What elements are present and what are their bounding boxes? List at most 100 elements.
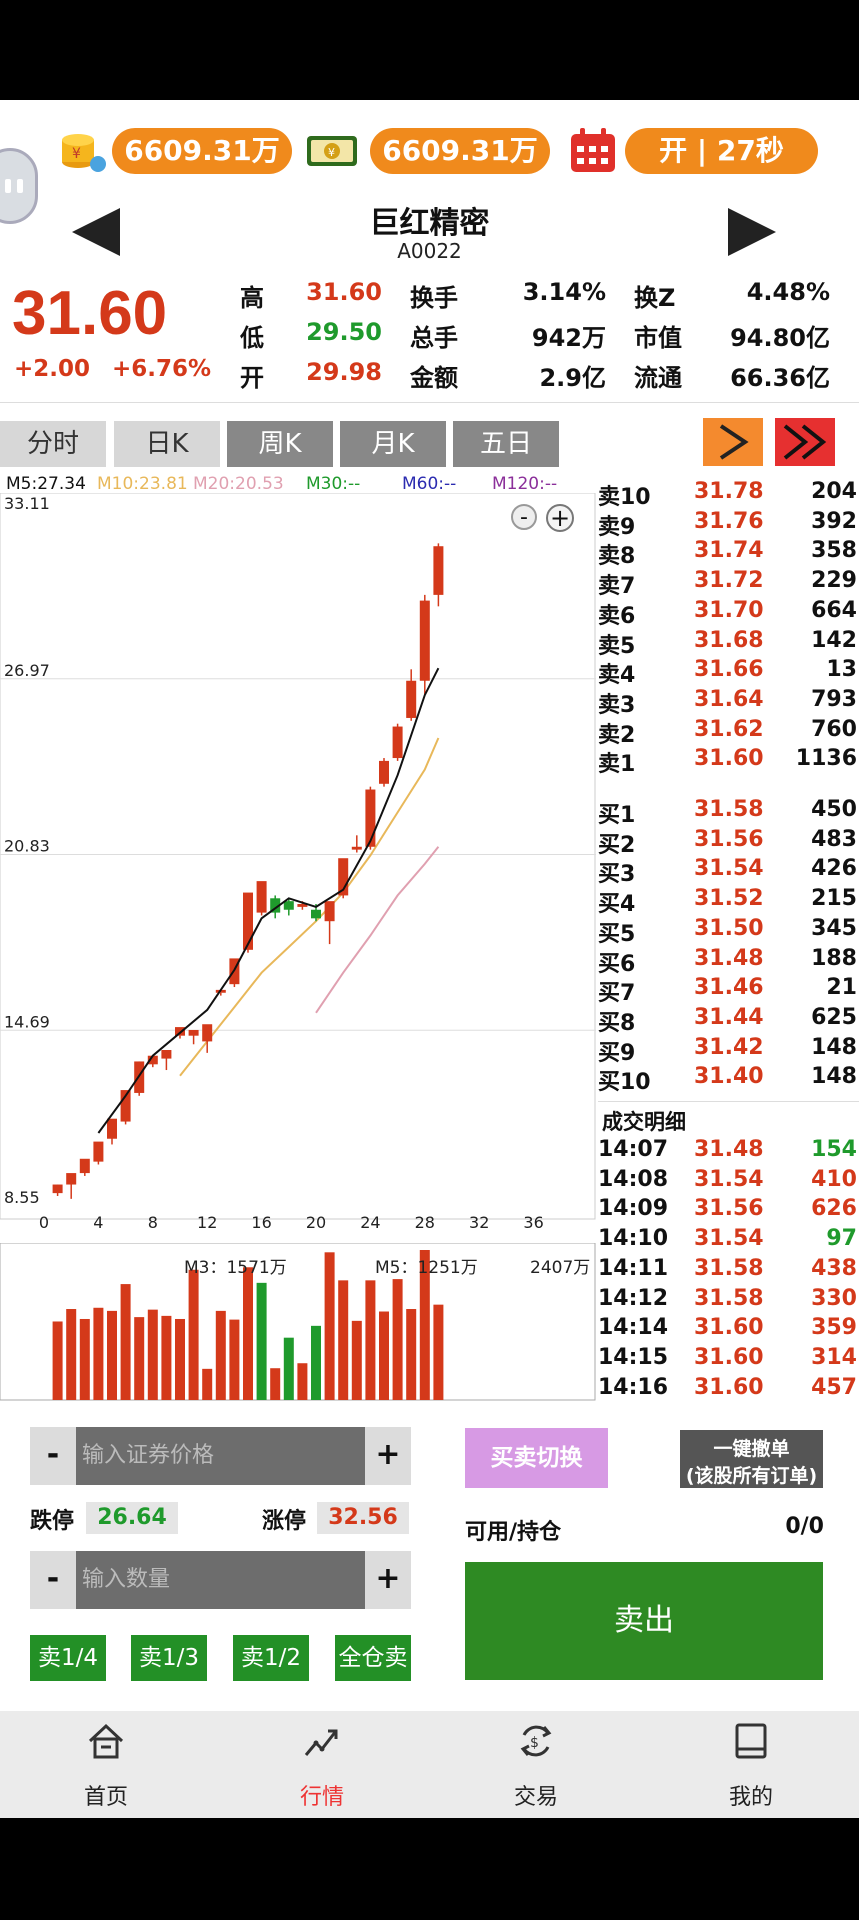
quantity-increment-button[interactable]: + <box>365 1551 411 1609</box>
price-increment-button[interactable]: + <box>365 1427 411 1485</box>
row-label: 卖3 <box>598 692 636 718</box>
row-volume: 314 <box>811 1344 857 1370</box>
volume-bar <box>202 1368 213 1400</box>
ask-row[interactable]: 卖5 31.68 142 <box>598 627 859 659</box>
tab-intraday[interactable]: 分时 <box>0 421 106 467</box>
ask-row[interactable]: 卖9 31.76 392 <box>598 508 859 540</box>
tab-five-day[interactable]: 五日 <box>453 421 559 467</box>
volume-bar <box>79 1318 90 1400</box>
row-price: 31.44 <box>694 1004 764 1030</box>
trade-row[interactable]: 14:07 31.48 154 <box>598 1137 859 1165</box>
quantity-decrement-button[interactable]: - <box>30 1551 76 1609</box>
bid-row[interactable]: 买2 31.56 483 <box>598 826 859 858</box>
trade-row[interactable]: 14:14 31.60 359 <box>598 1315 859 1343</box>
row-price: 31.56 <box>694 826 764 852</box>
x-tick-label: 4 <box>93 1213 103 1232</box>
stock-name: 巨红精密 <box>369 206 490 241</box>
ask-row[interactable]: 卖6 31.70 664 <box>598 597 859 629</box>
candle-body <box>365 789 376 847</box>
trade-row[interactable]: 14:16 31.60 457 <box>598 1375 859 1403</box>
trade-row[interactable]: 14:12 31.58 330 <box>598 1286 859 1314</box>
bid-row[interactable]: 买9 31.42 148 <box>598 1034 859 1066</box>
row-volume: 450 <box>811 797 857 822</box>
price-change: +2.00 <box>14 356 91 382</box>
row-label: 卖7 <box>598 574 636 600</box>
bid-row[interactable]: 买1 31.58 450 <box>598 797 859 828</box>
row-price: 31.48 <box>694 945 764 971</box>
sell-button[interactable]: 卖出 <box>465 1562 823 1680</box>
row-label: 14:08 <box>598 1166 669 1192</box>
cancel-all-orders-button[interactable]: 一键撤单 (该股所有订单) <box>680 1430 823 1488</box>
chart-frame <box>0 493 596 1220</box>
bid-row[interactable]: 买3 31.54 426 <box>598 856 859 887</box>
zoom-in-button[interactable]: + <box>546 504 574 532</box>
tab-monthly-k[interactable]: 月K <box>340 421 446 467</box>
row-price: 31.70 <box>694 597 764 623</box>
row-volume: 204 <box>811 479 857 504</box>
row-label: 14:07 <box>598 1137 669 1162</box>
limit-down-value[interactable]: 26.64 <box>86 1502 178 1534</box>
volume-bar <box>433 1304 444 1400</box>
ask-row[interactable]: 卖8 31.74 358 <box>598 538 859 569</box>
candle-body <box>351 846 362 850</box>
bid-row[interactable]: 买5 31.50 345 <box>598 916 859 947</box>
ma120-label: M120:-- <box>492 474 558 494</box>
trade-row[interactable]: 14:09 31.56 626 <box>598 1196 859 1224</box>
ask-row[interactable]: 卖1 31.60 1136 <box>598 746 859 777</box>
ask-row[interactable]: 卖7 31.72 229 <box>598 568 859 599</box>
row-volume: 457 <box>811 1374 857 1400</box>
quantity-input-placeholder: 输入数量 <box>82 1567 171 1592</box>
total-hands-label: 总手 <box>410 324 458 352</box>
ask-row[interactable]: 卖4 31.66 13 <box>598 657 859 688</box>
price-decrement-button[interactable]: - <box>30 1427 76 1485</box>
tab-weekly-k[interactable]: 周K <box>227 421 333 467</box>
row-price: 31.76 <box>694 508 764 534</box>
candle-body <box>93 1141 104 1162</box>
row-label: 买1 <box>598 803 636 828</box>
limit-up-value[interactable]: 32.56 <box>317 1502 409 1534</box>
ask-row[interactable]: 卖10 31.78 204 <box>598 479 859 510</box>
trade-row[interactable]: 14:08 31.54 410 <box>598 1167 859 1195</box>
kline-chart[interactable]: 33.11 26.97 20.83 14.69 8.55 0 4 8 12 16 20 24 28 32 3… <box>0 493 596 1233</box>
ask-row[interactable]: 卖2 31.62 760 <box>598 717 859 748</box>
nav-mine[interactable]: 我的 <box>691 1711 811 1818</box>
x-tick-label: 32 <box>469 1213 489 1232</box>
buy-sell-switch-button[interactable]: 买卖切换 <box>465 1428 608 1488</box>
tab-daily-k[interactable]: 日K <box>114 421 220 467</box>
nav-trade[interactable]: $ 交易 <box>476 1711 596 1818</box>
bid-row[interactable]: 买6 31.48 188 <box>598 945 859 977</box>
trade-row[interactable]: 14:11 31.58 438 <box>598 1256 859 1284</box>
row-price: 31.48 <box>694 1137 764 1162</box>
ma10-label: M10:23.81 <box>97 474 188 494</box>
candle-body <box>175 1027 185 1036</box>
row-price: 31.68 <box>694 627 764 653</box>
volume-bar <box>243 1267 253 1400</box>
price-input[interactable]: - 输入证券价格 + <box>30 1427 411 1485</box>
price-input-placeholder: 输入证券价格 <box>82 1443 215 1468</box>
nav-market[interactable]: 行情 <box>262 1711 382 1818</box>
sell-quarter-button[interactable]: 卖1/4 <box>30 1635 106 1681</box>
sell-all-button[interactable]: 全仓卖 <box>335 1635 411 1681</box>
bid-row[interactable]: 买7 31.46 21 <box>598 975 859 1006</box>
bid-row[interactable]: 买4 31.52 215 <box>598 886 859 917</box>
nav-home[interactable]: 首页 <box>46 1711 166 1818</box>
sell-half-button[interactable]: 卖1/2 <box>233 1635 309 1681</box>
candle-body <box>311 909 321 919</box>
zoom-out-button[interactable]: - <box>511 504 537 530</box>
row-price: 31.52 <box>694 886 764 912</box>
row-price: 31.42 <box>694 1034 764 1060</box>
last-period-button[interactable] <box>775 418 835 466</box>
volume-bar <box>311 1325 321 1400</box>
row-volume: 392 <box>811 508 857 534</box>
trade-row[interactable]: 14:15 31.60 314 <box>598 1345 859 1373</box>
trade-row[interactable]: 14:10 31.54 97 <box>598 1226 859 1254</box>
next-period-button[interactable] <box>703 418 763 466</box>
row-price: 31.74 <box>694 538 764 564</box>
sell-third-button[interactable]: 卖1/3 <box>131 1635 207 1681</box>
volume-bar <box>229 1319 240 1400</box>
bid-row[interactable]: 买10 31.40 148 <box>598 1064 859 1095</box>
bid-row[interactable]: 买8 31.44 625 <box>598 1004 859 1036</box>
turnz-value: 4.48% <box>746 278 830 306</box>
quantity-input[interactable]: - 输入数量 + <box>30 1551 411 1609</box>
ask-row[interactable]: 卖3 31.64 793 <box>598 687 859 718</box>
